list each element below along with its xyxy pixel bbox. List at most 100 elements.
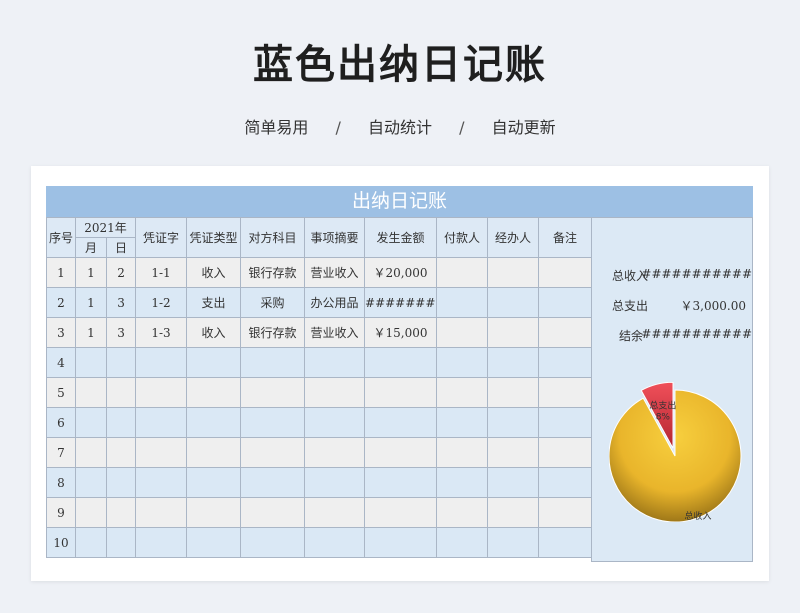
cell-payer[interactable] [436,287,489,318]
cell-day[interactable] [105,527,137,558]
cell-summary[interactable] [304,467,366,498]
cell-day[interactable]: 3 [105,317,137,348]
cell-payer[interactable] [436,317,489,348]
cell-payer[interactable] [436,527,489,558]
cell-remark[interactable] [538,527,593,558]
cell-account[interactable] [240,527,306,558]
cell-voucher-no[interactable] [135,407,188,438]
cell-voucher-type[interactable] [186,437,242,468]
cell-day[interactable]: 3 [105,287,137,318]
cell-month[interactable] [75,527,107,558]
cell-handler[interactable] [487,287,540,318]
cell-voucher-no[interactable] [135,467,188,498]
cell-day[interactable] [105,437,137,468]
cell-payer[interactable] [436,467,489,498]
cell-payer[interactable] [436,407,489,438]
cell-day[interactable] [105,377,137,408]
cell-remark[interactable] [538,377,593,408]
cell-remark[interactable] [538,437,593,468]
cell-voucher-type[interactable] [186,527,242,558]
cell-amount[interactable]: ￥20,000 [364,257,438,288]
cell-remark[interactable] [538,497,593,528]
cell-day[interactable] [105,347,137,378]
cell-month[interactable] [75,497,107,528]
cell-voucher-type[interactable]: 收入 [186,257,242,288]
cell-amount[interactable]: ########## [364,287,438,318]
cell-amount[interactable] [364,497,438,528]
cell-voucher-type[interactable]: 收入 [186,317,242,348]
cell-remark[interactable] [538,467,593,498]
cell-account[interactable]: 银行存款 [240,317,306,348]
cell-summary[interactable] [304,407,366,438]
cell-seq[interactable]: 5 [46,377,76,408]
cell-month[interactable]: 1 [75,287,107,318]
cell-handler[interactable] [487,317,540,348]
cell-amount[interactable] [364,347,438,378]
cell-seq[interactable]: 3 [46,317,76,348]
cell-voucher-no[interactable] [135,377,188,408]
cell-account[interactable]: 银行存款 [240,257,306,288]
cell-month[interactable]: 1 [75,317,107,348]
cell-day[interactable] [105,407,137,438]
cell-summary[interactable] [304,527,366,558]
cell-remark[interactable] [538,407,593,438]
cell-seq[interactable]: 6 [46,407,76,438]
cell-seq[interactable]: 1 [46,257,76,288]
cell-summary[interactable]: 办公用品 [304,287,366,318]
cell-payer[interactable] [436,347,489,378]
cell-summary[interactable] [304,377,366,408]
cell-amount[interactable] [364,407,438,438]
cell-voucher-no[interactable]: 1-1 [135,257,188,288]
cell-voucher-no[interactable]: 1-2 [135,287,188,318]
cell-voucher-type[interactable] [186,407,242,438]
cell-summary[interactable] [304,497,366,528]
cell-amount[interactable] [364,437,438,468]
cell-account[interactable] [240,437,306,468]
cell-voucher-type[interactable] [186,377,242,408]
cell-summary[interactable] [304,347,366,378]
cell-month[interactable] [75,467,107,498]
cell-amount[interactable] [364,527,438,558]
cell-voucher-type[interactable] [186,467,242,498]
cell-account[interactable] [240,377,306,408]
cell-voucher-type[interactable] [186,347,242,378]
cell-account[interactable] [240,467,306,498]
cell-account[interactable] [240,347,306,378]
cell-handler[interactable] [487,437,540,468]
cell-payer[interactable] [436,437,489,468]
cell-amount[interactable] [364,467,438,498]
cell-account[interactable] [240,407,306,438]
cell-seq[interactable]: 9 [46,497,76,528]
cell-remark[interactable] [538,317,593,348]
cell-handler[interactable] [487,407,540,438]
cell-remark[interactable] [538,347,593,378]
cell-amount[interactable] [364,377,438,408]
cell-handler[interactable] [487,347,540,378]
cell-handler[interactable] [487,377,540,408]
cell-handler[interactable] [487,527,540,558]
cell-account[interactable]: 采购 [240,287,306,318]
cell-seq[interactable]: 10 [46,527,76,558]
cell-voucher-no[interactable] [135,497,188,528]
cell-remark[interactable] [538,287,593,318]
cell-day[interactable] [105,467,137,498]
cell-payer[interactable] [436,257,489,288]
cell-voucher-type[interactable]: 支出 [186,287,242,318]
cell-summary[interactable]: 营业收入 [304,317,366,348]
cell-seq[interactable]: 8 [46,467,76,498]
cell-seq[interactable]: 4 [46,347,76,378]
cell-voucher-no[interactable] [135,437,188,468]
cell-remark[interactable] [538,257,593,288]
cell-account[interactable] [240,497,306,528]
cell-summary[interactable] [304,437,366,468]
cell-voucher-no[interactable] [135,347,188,378]
cell-month[interactable] [75,407,107,438]
cell-seq[interactable]: 2 [46,287,76,318]
cell-voucher-no[interactable]: 1-3 [135,317,188,348]
cell-handler[interactable] [487,467,540,498]
cell-handler[interactable] [487,257,540,288]
cell-summary[interactable]: 营业收入 [304,257,366,288]
cell-day[interactable]: 2 [105,257,137,288]
cell-month[interactable] [75,377,107,408]
cell-voucher-type[interactable] [186,497,242,528]
